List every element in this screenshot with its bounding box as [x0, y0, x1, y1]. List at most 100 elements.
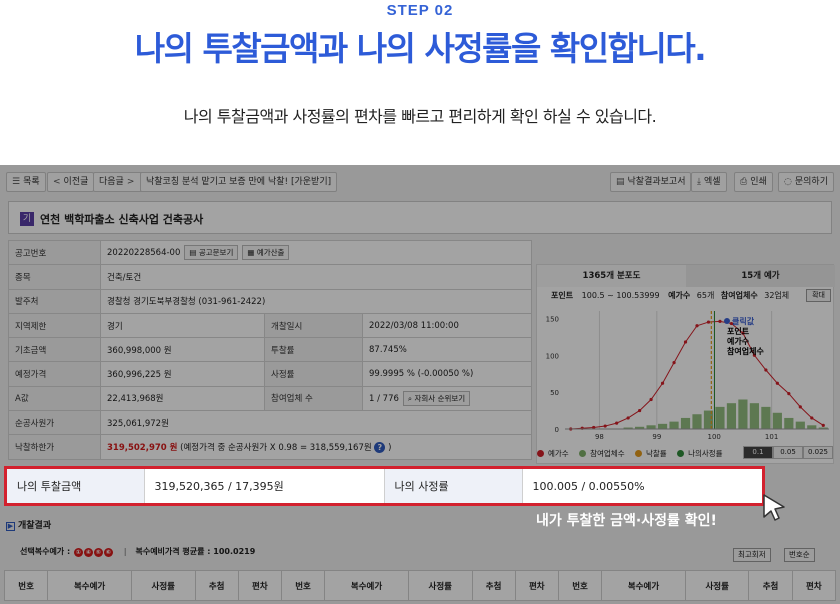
column-header: 사정률 [131, 570, 196, 601]
preprice-calc-button[interactable]: ▦ 예가산출 [242, 245, 290, 261]
section-title: ▶ 개찰결과 [6, 521, 52, 531]
point [649, 397, 653, 402]
info-label: 발주처 [8, 288, 101, 314]
point [683, 340, 688, 344]
print-button[interactable]: ⎙ 인쇄 [734, 172, 773, 192]
bar [657, 423, 668, 429]
info-label: 낙찰하한가 [8, 434, 101, 460]
document-icon: ▤ [616, 177, 625, 187]
column-header: 편차 [791, 570, 837, 601]
download-icon: ⤓ [697, 177, 701, 187]
legend-item: 참여업체수 [579, 449, 629, 458]
info-value: 2022/03/08 11:00:00 [362, 312, 532, 339]
my-bid-value: 319,520,365 / 17,395원 [144, 469, 385, 503]
my-bid-label: 나의 투찰금액 [7, 469, 145, 503]
min-amount: 319,502,970 원 [107, 443, 178, 454]
chart-info-row: 포인트 100.5 ~ 100.53999 예가수 65개 참여업체수 32업체… [537, 287, 835, 305]
bar [772, 412, 782, 429]
info-label: 참여업체 수 [264, 385, 363, 412]
calculator-icon: ▦ [247, 248, 257, 258]
column-header: 추첨 [471, 570, 516, 601]
legend-item: 예가수 [537, 449, 573, 458]
info-value: 22,413,968원 [100, 385, 265, 412]
info-label: 사정률 [264, 361, 363, 387]
info-label: 공고번호 [8, 239, 101, 266]
my-result-box: 나의 투찰금액 319,520,365 / 17,395원 나의 사정률 100… [4, 466, 765, 506]
selected-num: ④ [83, 548, 93, 557]
headline: 나의 투찰금액과 나의 사정률을 확인합니다. [134, 29, 707, 68]
info-label: A값 [8, 385, 101, 412]
column-header: 추첨 [748, 570, 793, 601]
notice-view-button[interactable]: ▤ 공고문보기 [184, 245, 239, 261]
info-value: 경찰청 경기도북부경찰청 (031-961-2422) [100, 288, 532, 314]
hero-banner: STEP 02 나의 투찰금액과 나의 사정률을 확인합니다. 나의 투찰금액과… [0, 0, 840, 165]
point [603, 424, 607, 428]
my-rate-value: 100.005 / 0.00550% [532, 479, 645, 493]
selected-num: ⑤ [93, 548, 103, 557]
segment-0-1[interactable]: 0.1 [743, 446, 773, 459]
info-label: 지역제한 [8, 312, 101, 339]
legend-item: 낙찰률 [634, 449, 671, 458]
column-header: 복수예가 [47, 570, 133, 601]
info-value: 경기 [100, 312, 265, 339]
search-icon: ⌕ [407, 393, 415, 403]
app-screenshot: ☰ 목록 < 이전글 다음글 > 낙찰코칭 분석 맡기고 보증 만에 낙찰! [가운받… [0, 165, 840, 604]
tooltip-title: 클릭값 [732, 316, 755, 326]
point [787, 392, 791, 396]
info-label: 투찰률 [264, 337, 363, 363]
bar [669, 421, 679, 429]
report-button[interactable]: ▤ 낙찰결과보고서 [610, 172, 692, 192]
x-tick-label: 100 [708, 433, 721, 441]
legend-item: 나의사정률 [677, 449, 727, 458]
info-value: 20220228564-00 ▤ 공고문보기 ▦ 예가산출 [100, 239, 532, 266]
segment-0-05[interactable]: 0.05 [773, 446, 803, 459]
y-tick-label: 150 [546, 315, 559, 323]
prev-button[interactable]: < 이전글 [47, 172, 95, 192]
info-value: 360,998,000 원 [100, 337, 265, 363]
tab-distribution[interactable]: 1365개 분포도 [537, 265, 686, 287]
tooltip-line: 참여업체수 [727, 346, 764, 356]
next-button[interactable]: 다음글 > [93, 172, 144, 192]
bid-info-table: 공고번호 20220228564-00 ▤ 공고문보기 ▦ 예가산출 종목 건축/토건 … [8, 239, 532, 460]
series-line [570, 320, 824, 430]
bar [680, 417, 691, 429]
tab-preprice[interactable]: 15개 예가 [686, 265, 835, 287]
point [810, 416, 814, 420]
info-value: 325,061,972원 [100, 410, 532, 436]
info-value: 1 / 776 ⌕ 자회사 순위보기 [362, 385, 532, 412]
bar [761, 406, 771, 429]
info-value: 319,502,970 원 (예정가격 중 순공사원가 X 0.98 = 318… [100, 434, 532, 460]
x-tick-label: 99 [652, 433, 661, 441]
column-header: 번호 [280, 570, 326, 601]
info-label: 예정가격 [8, 361, 101, 387]
list-button[interactable]: ☰ 목록 [6, 172, 46, 192]
results-table: 번호 복수예가 사정률 추첨 편차 번호 복수예가 사정률 추첨 편차 번호 복수예가 사정률 추첨 편차 [3, 570, 837, 601]
sort-latest-button[interactable]: 최고회저 [733, 548, 771, 562]
y-tick-label: 50 [550, 389, 559, 397]
inquiry-button[interactable]: ◌ 문의하기 [778, 172, 834, 192]
help-icon[interactable]: ? [374, 442, 386, 454]
ai-coach-button[interactable]: 낙찰코칭 분석 맡기고 보증 만에 낙찰! [가운받기] [140, 172, 338, 192]
bar [749, 403, 759, 429]
point [672, 361, 676, 365]
bar [807, 425, 817, 429]
column-header: 추첨 [194, 570, 239, 601]
point [764, 368, 768, 372]
point [706, 320, 711, 324]
project-header: 기 연천 백학파출소 신축사업 건축공사 [8, 201, 832, 234]
step-label: STEP 02 [386, 2, 454, 19]
category-badge: 기 [20, 212, 34, 226]
selected-num: ① [73, 548, 83, 557]
segment-0-025[interactable]: 0.025 [803, 446, 833, 459]
chat-icon: ◌ [784, 177, 792, 187]
excel-button[interactable]: ⤓ 엑셀 [691, 172, 727, 192]
point [615, 421, 619, 425]
tooltip-dot [724, 318, 730, 324]
info-value: 건축/토건 [100, 264, 532, 290]
column-header: 편차 [514, 570, 559, 601]
distribution-chart[interactable]: 98 99 100 101 0 50 100 150 클릭값 포인트 예가수 참여업체수 [537, 305, 835, 450]
rank-view-button[interactable]: ⌕ 자회사 순위보기 [402, 390, 471, 406]
zoom-button[interactable]: 확대 [806, 289, 831, 302]
sort-number-button[interactable]: 번호순 [784, 548, 815, 562]
info-label: 순공사원가 [8, 410, 101, 436]
